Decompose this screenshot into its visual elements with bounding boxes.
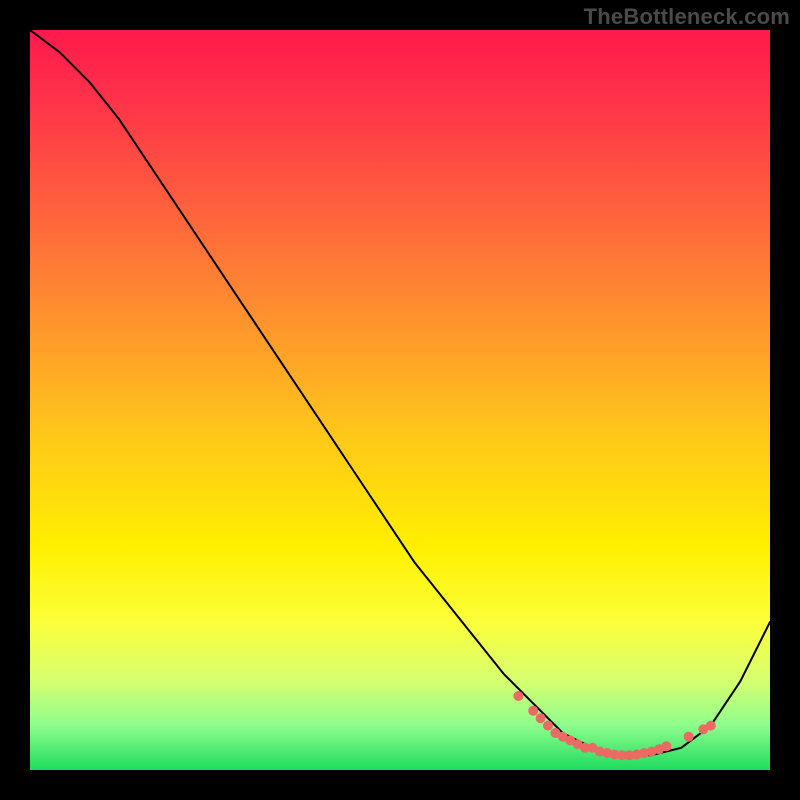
marker-dot [706,721,716,731]
marker-group [513,691,715,760]
chart-frame: TheBottleneck.com [0,0,800,800]
marker-dot [513,691,523,701]
watermark-text: TheBottleneck.com [584,4,790,30]
marker-dot [536,713,546,723]
marker-dot [528,706,538,716]
plot-area [30,30,770,770]
marker-dot [543,721,553,731]
marker-dot [684,732,694,742]
marker-dot [661,741,671,751]
chart-svg [30,30,770,770]
bottleneck-curve [30,30,770,755]
